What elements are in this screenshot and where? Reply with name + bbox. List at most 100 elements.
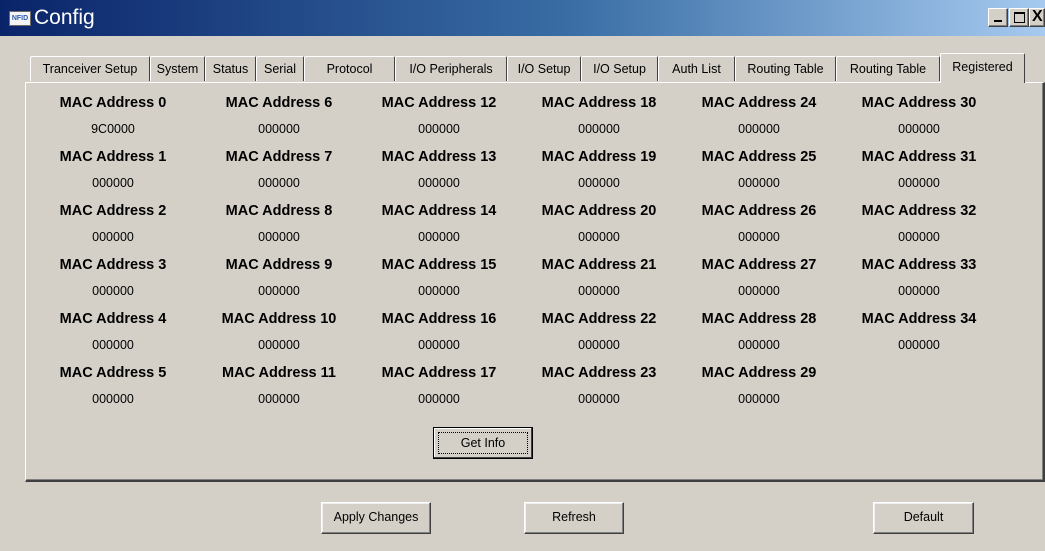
mac-address-label: MAC Address 29 xyxy=(701,365,817,381)
mac-address-value: 000000 xyxy=(578,284,620,298)
mac-address-value: 000000 xyxy=(898,122,940,136)
mac-address-value: 000000 xyxy=(898,338,940,352)
mac-address-label: MAC Address 27 xyxy=(701,257,817,273)
mac-address-label: MAC Address 23 xyxy=(541,365,657,381)
mac-address-label: MAC Address 16 xyxy=(381,311,497,327)
minimize-button[interactable] xyxy=(988,8,1008,27)
mac-address-value: 000000 xyxy=(258,122,300,136)
window-title: Config xyxy=(34,6,95,29)
mac-address-value: 000000 xyxy=(92,392,134,406)
tab-routing-table-1[interactable]: Routing Table xyxy=(735,56,836,81)
tab-protocol[interactable]: Protocol xyxy=(304,56,395,81)
tab-registered[interactable]: Registered xyxy=(940,53,1025,83)
close-icon: X xyxy=(1032,8,1043,25)
mac-address-label: MAC Address 8 xyxy=(225,203,333,219)
mac-address-label: MAC Address 5 xyxy=(59,365,167,381)
tab-io-setup-1[interactable]: I/O Setup xyxy=(507,56,581,81)
mac-column-3: MAC Address 12 000000 MAC Address 13 00000… xyxy=(364,95,514,419)
mac-address-value: 000000 xyxy=(258,338,300,352)
mac-address-label: MAC Address 15 xyxy=(381,257,497,273)
mac-column-5: MAC Address 24 000000 MAC Address 25 00000… xyxy=(684,95,834,419)
mac-address-value: 000000 xyxy=(738,284,780,298)
mac-address-label: MAC Address 28 xyxy=(701,311,817,327)
mac-address-value: 000000 xyxy=(258,176,300,190)
tab-routing-table-2[interactable]: Routing Table xyxy=(836,56,940,81)
mac-address-label: MAC Address 26 xyxy=(701,203,817,219)
mac-address-value: 000000 xyxy=(578,338,620,352)
get-info-button[interactable]: Get Info xyxy=(433,427,533,459)
mac-address-label: MAC Address 34 xyxy=(861,311,977,327)
mac-address-label: MAC Address 11 xyxy=(222,365,336,381)
mac-address-value: 000000 xyxy=(418,230,460,244)
mac-address-value: 000000 xyxy=(738,176,780,190)
mac-address-label: MAC Address 30 xyxy=(861,95,977,111)
mac-address-value: 000000 xyxy=(738,122,780,136)
title-bar[interactable]: NFID Config X xyxy=(0,0,1045,36)
tab-tranceiver-setup[interactable]: Tranceiver Setup xyxy=(30,56,150,81)
mac-address-label: MAC Address 3 xyxy=(59,257,167,273)
mac-address-label: MAC Address 13 xyxy=(381,149,497,165)
tab-io-peripherals[interactable]: I/O Peripherals xyxy=(395,56,507,81)
mac-column-6: MAC Address 30 000000 MAC Address 31 00000… xyxy=(844,95,994,365)
mac-column-2: MAC Address 6 000000 MAC Address 7 000000 … xyxy=(204,95,354,419)
refresh-button[interactable]: Refresh xyxy=(524,502,624,534)
mac-address-value: 000000 xyxy=(258,230,300,244)
mac-address-label: MAC Address 0 xyxy=(59,95,167,111)
mac-address-value: 000000 xyxy=(418,122,460,136)
mac-address-label: MAC Address 17 xyxy=(381,365,497,381)
mac-address-label: MAC Address 14 xyxy=(381,203,497,219)
mac-address-label: MAC Address 32 xyxy=(861,203,977,219)
apply-changes-button[interactable]: Apply Changes xyxy=(321,502,431,534)
mac-address-value: 000000 xyxy=(418,338,460,352)
mac-address-value: 000000 xyxy=(578,230,620,244)
mac-address-label: MAC Address 20 xyxy=(541,203,657,219)
mac-address-label: MAC Address 7 xyxy=(225,149,333,165)
mac-address-value: 000000 xyxy=(418,284,460,298)
tab-system[interactable]: System xyxy=(150,56,205,81)
mac-address-label: MAC Address 19 xyxy=(541,149,657,165)
app-logo-icon: NFID xyxy=(9,11,31,26)
mac-address-value: 000000 xyxy=(578,122,620,136)
mac-address-label: MAC Address 2 xyxy=(59,203,167,219)
mac-address-value: 000000 xyxy=(92,230,134,244)
mac-column-1: MAC Address 0 9C0000 MAC Address 1 000000 … xyxy=(38,95,188,419)
tab-serial[interactable]: Serial xyxy=(256,56,304,81)
tab-status[interactable]: Status xyxy=(205,56,256,81)
mac-address-value: 000000 xyxy=(898,230,940,244)
mac-address-label: MAC Address 22 xyxy=(541,311,657,327)
mac-address-value: 9C0000 xyxy=(91,122,135,136)
mac-address-label: MAC Address 1 xyxy=(59,149,167,165)
mac-address-value: 000000 xyxy=(578,392,620,406)
mac-address-value: 000000 xyxy=(92,176,134,190)
mac-address-value: 000000 xyxy=(258,284,300,298)
mac-address-value: 000000 xyxy=(258,392,300,406)
mac-address-label: MAC Address 9 xyxy=(225,257,333,273)
tab-io-setup-2[interactable]: I/O Setup xyxy=(581,56,658,81)
mac-column-4: MAC Address 18 000000 MAC Address 19 00000… xyxy=(524,95,674,419)
mac-address-value: 000000 xyxy=(738,392,780,406)
mac-address-label: MAC Address 25 xyxy=(701,149,817,165)
mac-address-label: MAC Address 31 xyxy=(861,149,977,165)
mac-address-label: MAC Address 6 xyxy=(225,95,333,111)
mac-address-value: 000000 xyxy=(578,176,620,190)
mac-address-label: MAC Address 4 xyxy=(59,311,167,327)
close-button[interactable]: X xyxy=(1029,8,1045,27)
maximize-button[interactable] xyxy=(1009,8,1029,27)
mac-address-label: MAC Address 18 xyxy=(541,95,657,111)
mac-address-value: 000000 xyxy=(898,176,940,190)
mac-address-value: 000000 xyxy=(92,338,134,352)
get-info-label: Get Info xyxy=(438,432,528,454)
mac-address-label: MAC Address 10 xyxy=(221,311,337,327)
tab-auth-list[interactable]: Auth List xyxy=(658,56,735,81)
mac-address-value: 000000 xyxy=(418,392,460,406)
default-button[interactable]: Default xyxy=(873,502,974,534)
mac-address-value: 000000 xyxy=(738,230,780,244)
mac-address-value: 000000 xyxy=(92,284,134,298)
mac-address-value: 000000 xyxy=(738,338,780,352)
mac-address-value: 000000 xyxy=(898,284,940,298)
mac-address-label: MAC Address 33 xyxy=(861,257,977,273)
mac-address-label: MAC Address 21 xyxy=(541,257,657,273)
mac-address-label: MAC Address 12 xyxy=(381,95,497,111)
mac-address-label: MAC Address 24 xyxy=(701,95,817,111)
mac-address-value: 000000 xyxy=(418,176,460,190)
